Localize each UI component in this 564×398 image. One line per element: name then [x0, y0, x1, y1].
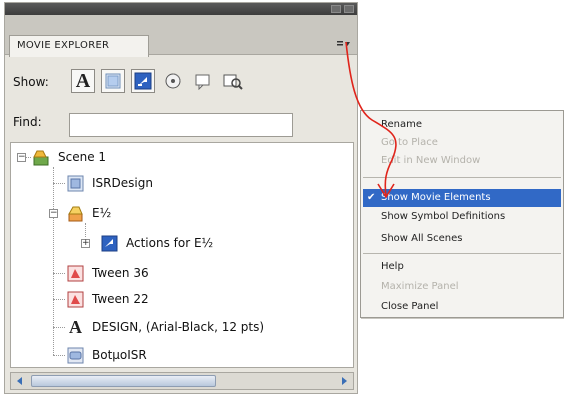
tree-item-text[interactable]: A DESIGN, (Arial-Black, 12 pts) — [67, 315, 264, 339]
find-label: Find: — [13, 115, 42, 129]
panel-options-menu: Rename Go to Place Edit in New Window ✔ … — [360, 110, 564, 318]
show-label: Show: — [13, 75, 49, 89]
tween-symbol-icon — [67, 291, 84, 308]
show-buttons-movieclips-graphics-button[interactable] — [101, 69, 125, 93]
scroll-right-icon[interactable] — [337, 374, 351, 388]
tree-item-tween-22[interactable]: Tween 22 — [67, 287, 149, 311]
panel-title-bar[interactable] — [5, 3, 357, 15]
movie-explorer-tree[interactable]: − Scene 1 ISRDesign − E½ + Actions for E… — [10, 142, 354, 368]
menu-item-label: Show Movie Elements — [381, 192, 491, 203]
close-icon[interactable] — [344, 5, 354, 13]
frames-layers-filter-icon — [195, 74, 210, 90]
menu-item-rename[interactable]: Rename — [381, 119, 422, 130]
menu-separator — [363, 177, 561, 178]
customize-filter-icon — [223, 74, 243, 90]
scene-icon — [33, 149, 50, 166]
tree-item-label: Tween 36 — [92, 266, 149, 280]
menu-item-edit-in-new-window: Edit in New Window — [381, 155, 481, 166]
panel-options-menu-icon[interactable] — [335, 37, 351, 51]
tree-item-scene[interactable]: Scene 1 — [33, 145, 106, 169]
menu-item-show-movie-elements[interactable]: ✔ Show Movie Elements — [363, 189, 561, 207]
tree-item-movieclip[interactable]: E½ — [67, 201, 111, 225]
tree-item-label: Actions for E½ — [126, 236, 214, 250]
tree-item-label: ISRDesign — [92, 176, 153, 190]
menu-item-show-symbol-definitions[interactable]: Show Symbol Definitions — [381, 211, 505, 222]
tree-item-label: E½ — [92, 206, 112, 220]
symbol-icon — [67, 175, 84, 192]
video-sound-bitmap-filter-icon — [165, 73, 181, 89]
actions-expand-toggle[interactable]: + — [81, 239, 90, 248]
actions-icon — [101, 235, 118, 252]
buttons-movieclips-graphics-filter-icon — [105, 73, 121, 89]
show-video-sound-bitmaps-button[interactable] — [161, 69, 185, 93]
tween-symbol-icon — [67, 265, 84, 282]
text-icon: A — [69, 316, 82, 337]
menu-separator — [363, 253, 561, 254]
movieclip-icon — [67, 205, 84, 222]
tree-item-label: Scene 1 — [58, 150, 107, 164]
tree-item-label: DESIGN, (Arial-Black, 12 pts) — [92, 320, 265, 334]
scene-collapse-toggle[interactable]: − — [17, 153, 26, 162]
menu-item-maximize-panel: Maximize Panel — [381, 281, 459, 292]
scrollbar-thumb[interactable] — [31, 375, 216, 387]
show-text-button[interactable]: A — [71, 69, 95, 93]
find-input[interactable] — [69, 113, 293, 137]
tree-item-tween-36[interactable]: Tween 36 — [67, 261, 149, 285]
collapse-icon[interactable] — [331, 5, 341, 13]
menu-item-show-all-scenes[interactable]: Show All Scenes — [381, 233, 462, 244]
tree-item-label: BotµoISR — [92, 348, 147, 362]
text-filter-icon: A — [75, 69, 91, 92]
tree-item-button-symbol[interactable]: BotµoISR — [67, 343, 147, 367]
scroll-left-icon[interactable] — [13, 374, 27, 388]
panel-tab-bar: MOVIE EXPLORER — [5, 15, 357, 57]
tree-item-label: Tween 22 — [92, 292, 149, 306]
check-icon: ✔ — [367, 192, 376, 203]
tree-item-actions[interactable]: Actions for E½ — [101, 231, 213, 255]
actionscript-filter-icon — [134, 72, 152, 90]
show-frames-layers-button[interactable] — [191, 69, 215, 93]
tab-movie-explorer[interactable]: MOVIE EXPLORER — [9, 35, 149, 57]
movieclip-collapse-toggle[interactable]: − — [49, 209, 58, 218]
menu-item-go-to-place: Go to Place — [381, 137, 438, 148]
menu-item-close-panel[interactable]: Close Panel — [381, 301, 438, 312]
show-actionscripts-button[interactable] — [131, 69, 155, 93]
menu-item-help[interactable]: Help — [381, 261, 404, 272]
tree-item-symbol[interactable]: ISRDesign — [67, 171, 153, 195]
button-symbol-icon — [67, 347, 84, 364]
tree-horizontal-scrollbar[interactable] — [10, 372, 354, 390]
customize-items-button[interactable] — [221, 69, 245, 93]
